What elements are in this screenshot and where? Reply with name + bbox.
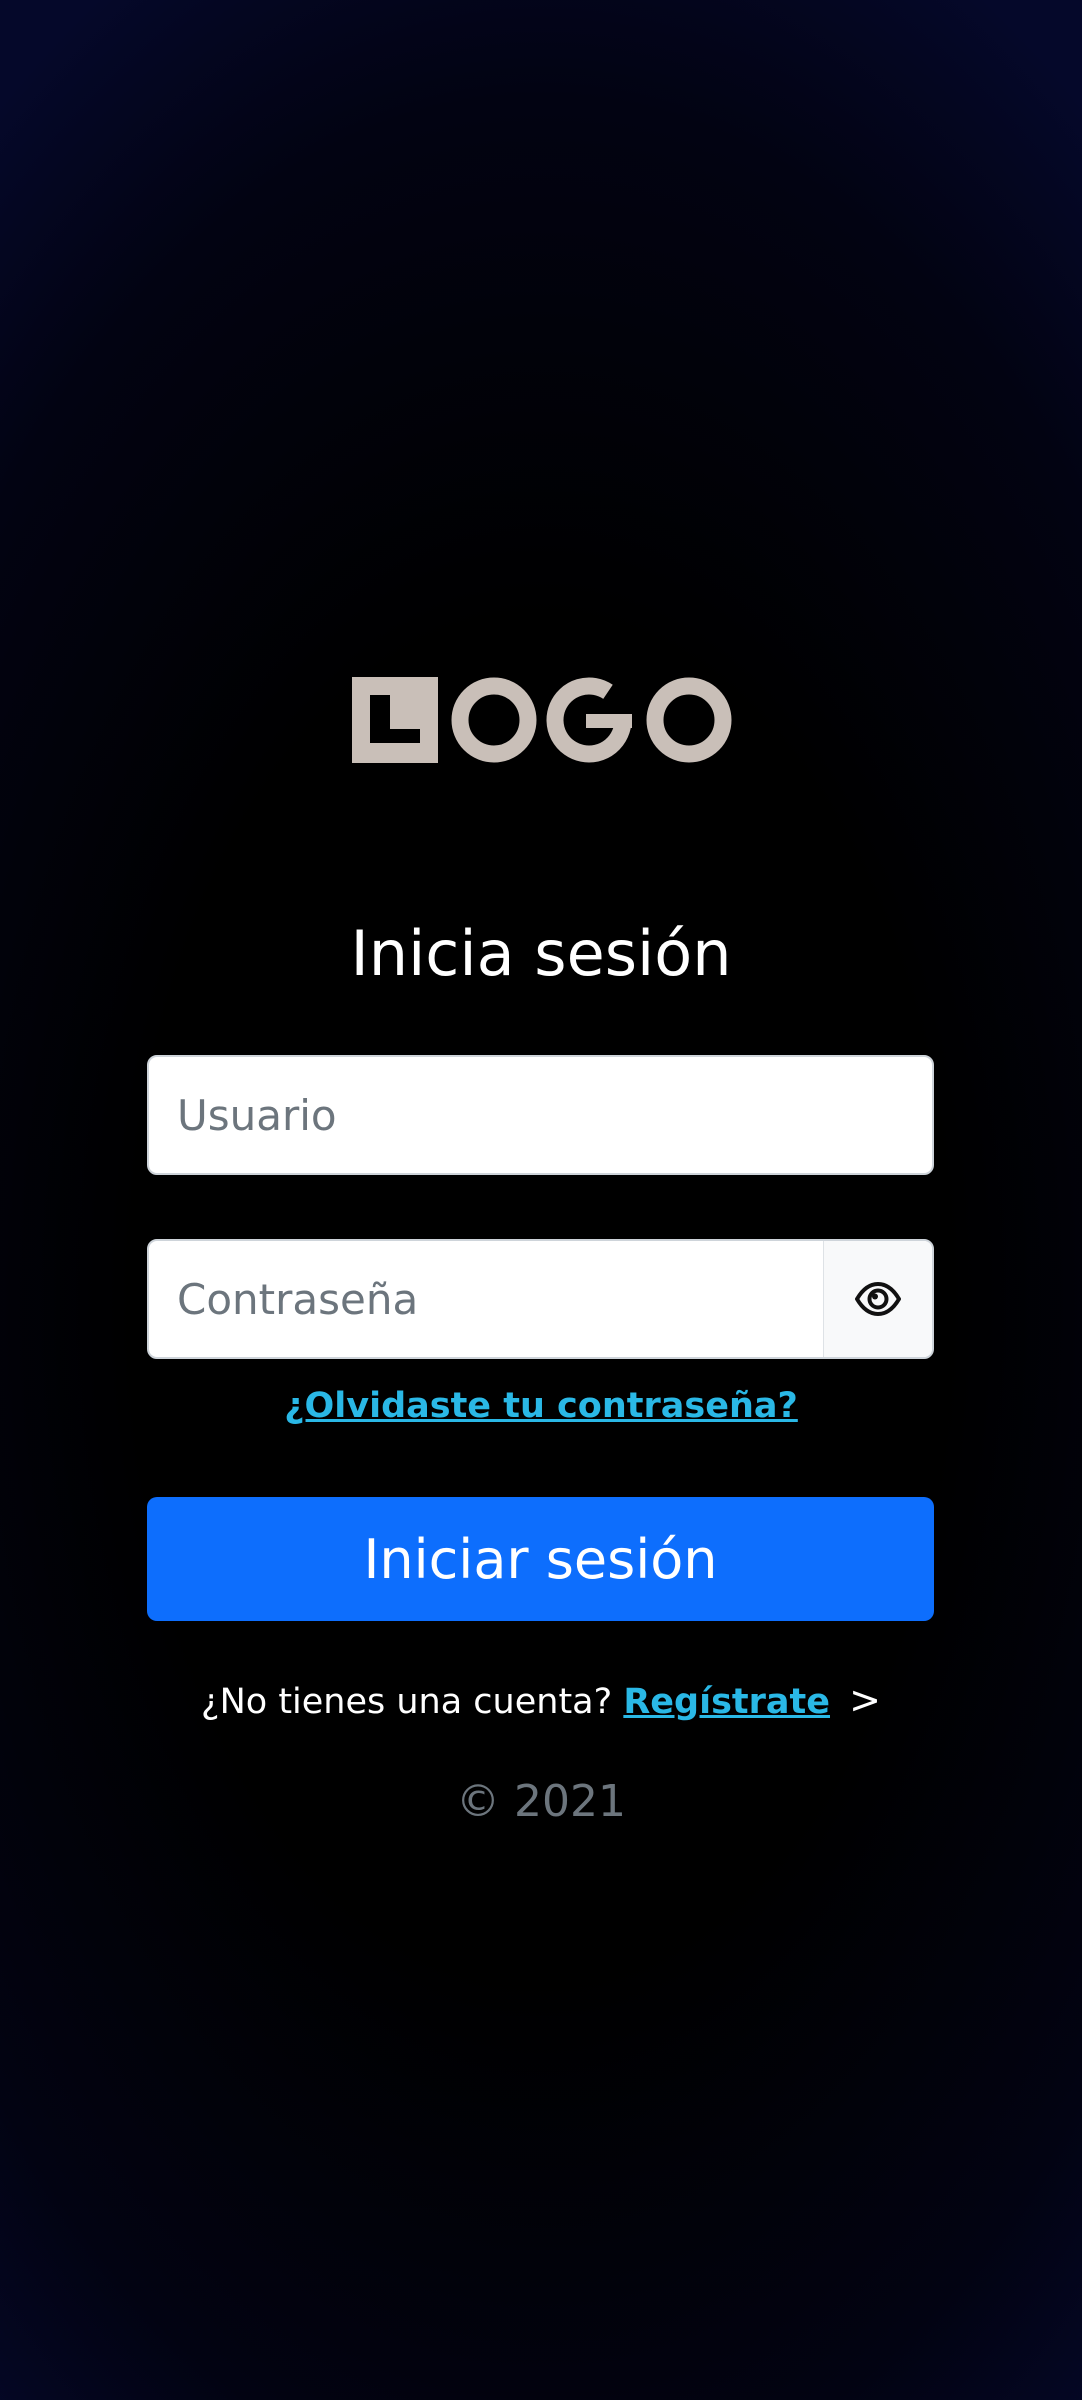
logo-mark: [352, 677, 732, 763]
password-field: [147, 1239, 934, 1359]
eye-icon: [855, 1282, 901, 1316]
signup-link[interactable]: Regístrate: [623, 1682, 830, 1722]
username-field: [147, 1055, 934, 1175]
signup-prompt: ¿No tienes una cuenta?: [201, 1682, 613, 1722]
page-title: Inicia sesión: [350, 917, 732, 990]
brand-logo: [352, 677, 732, 763]
signup-row: ¿No tienes una cuenta? Regístrate >: [0, 1670, 1082, 1732]
forgot-password-link[interactable]: ¿Olvidaste tu contraseña?: [284, 1386, 798, 1426]
login-button[interactable]: Iniciar sesión: [147, 1497, 934, 1621]
chevron-right-icon: >: [849, 1678, 881, 1722]
copyright-text: © 2021: [456, 1776, 626, 1827]
password-input[interactable]: [149, 1241, 826, 1357]
username-input[interactable]: [149, 1057, 932, 1173]
toggle-password-button[interactable]: [823, 1241, 932, 1357]
forgot-password-row: ¿Olvidaste tu contraseña?: [0, 1378, 1082, 1434]
